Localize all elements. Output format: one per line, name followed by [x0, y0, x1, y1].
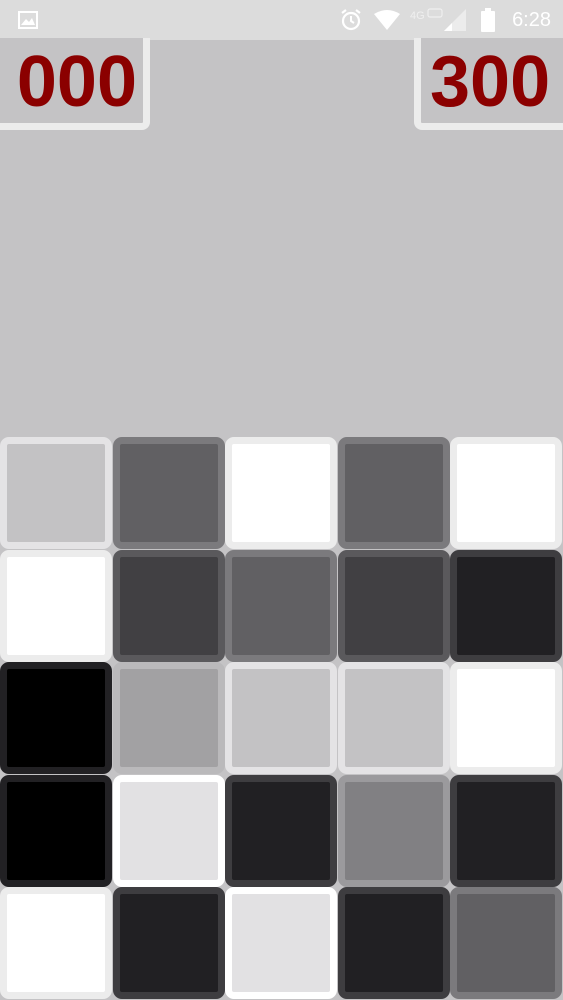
tile-r3-c5[interactable] [450, 662, 563, 775]
status-time: 6:28 [512, 8, 551, 31]
tile-r2-c3[interactable] [225, 549, 338, 662]
left-score-panel: 000 [0, 38, 150, 130]
tile-r5-c2[interactable] [112, 887, 225, 1000]
tile-r3-c4[interactable] [337, 662, 450, 775]
left-score: 000 [16, 42, 137, 122]
image-notification-icon [16, 0, 40, 40]
tile-r1-c2[interactable] [112, 437, 225, 549]
tile-r2-c2[interactable] [112, 549, 225, 662]
right-score-panel: 300 [414, 38, 563, 130]
tile-r4-c1[interactable] [0, 774, 112, 887]
right-score: 300 [430, 42, 551, 122]
tile-r5-c1[interactable] [0, 887, 112, 1000]
alarm-icon [338, 0, 364, 40]
tile-r2-c4[interactable] [337, 549, 450, 662]
tile-r1-c3[interactable] [225, 437, 338, 549]
tile-r3-c3[interactable] [225, 662, 338, 775]
svg-text:4G: 4G [410, 10, 425, 22]
tile-r2-c5[interactable] [450, 549, 563, 662]
wifi-icon [372, 0, 402, 40]
tile-r2-c1[interactable] [0, 549, 112, 662]
tile-r1-c5[interactable] [450, 437, 563, 549]
game-board [0, 437, 563, 1000]
tile-r5-c4[interactable] [337, 887, 450, 1000]
tile-r4-c5[interactable] [450, 774, 563, 887]
tile-r4-c4[interactable] [337, 774, 450, 887]
cell-signal-icon: 4G [408, 0, 468, 40]
tile-r5-c5[interactable] [450, 887, 563, 1000]
status-bar: 4G 6:28 [0, 0, 563, 40]
tile-r5-c3[interactable] [225, 887, 338, 1000]
battery-icon [478, 0, 498, 40]
tile-r3-c1[interactable] [0, 662, 112, 775]
tile-r1-c4[interactable] [337, 437, 450, 549]
tile-r4-c2[interactable] [112, 774, 225, 887]
tile-r3-c2[interactable] [112, 662, 225, 775]
tile-r4-c3[interactable] [225, 774, 338, 887]
tile-r1-c1[interactable] [0, 437, 112, 549]
